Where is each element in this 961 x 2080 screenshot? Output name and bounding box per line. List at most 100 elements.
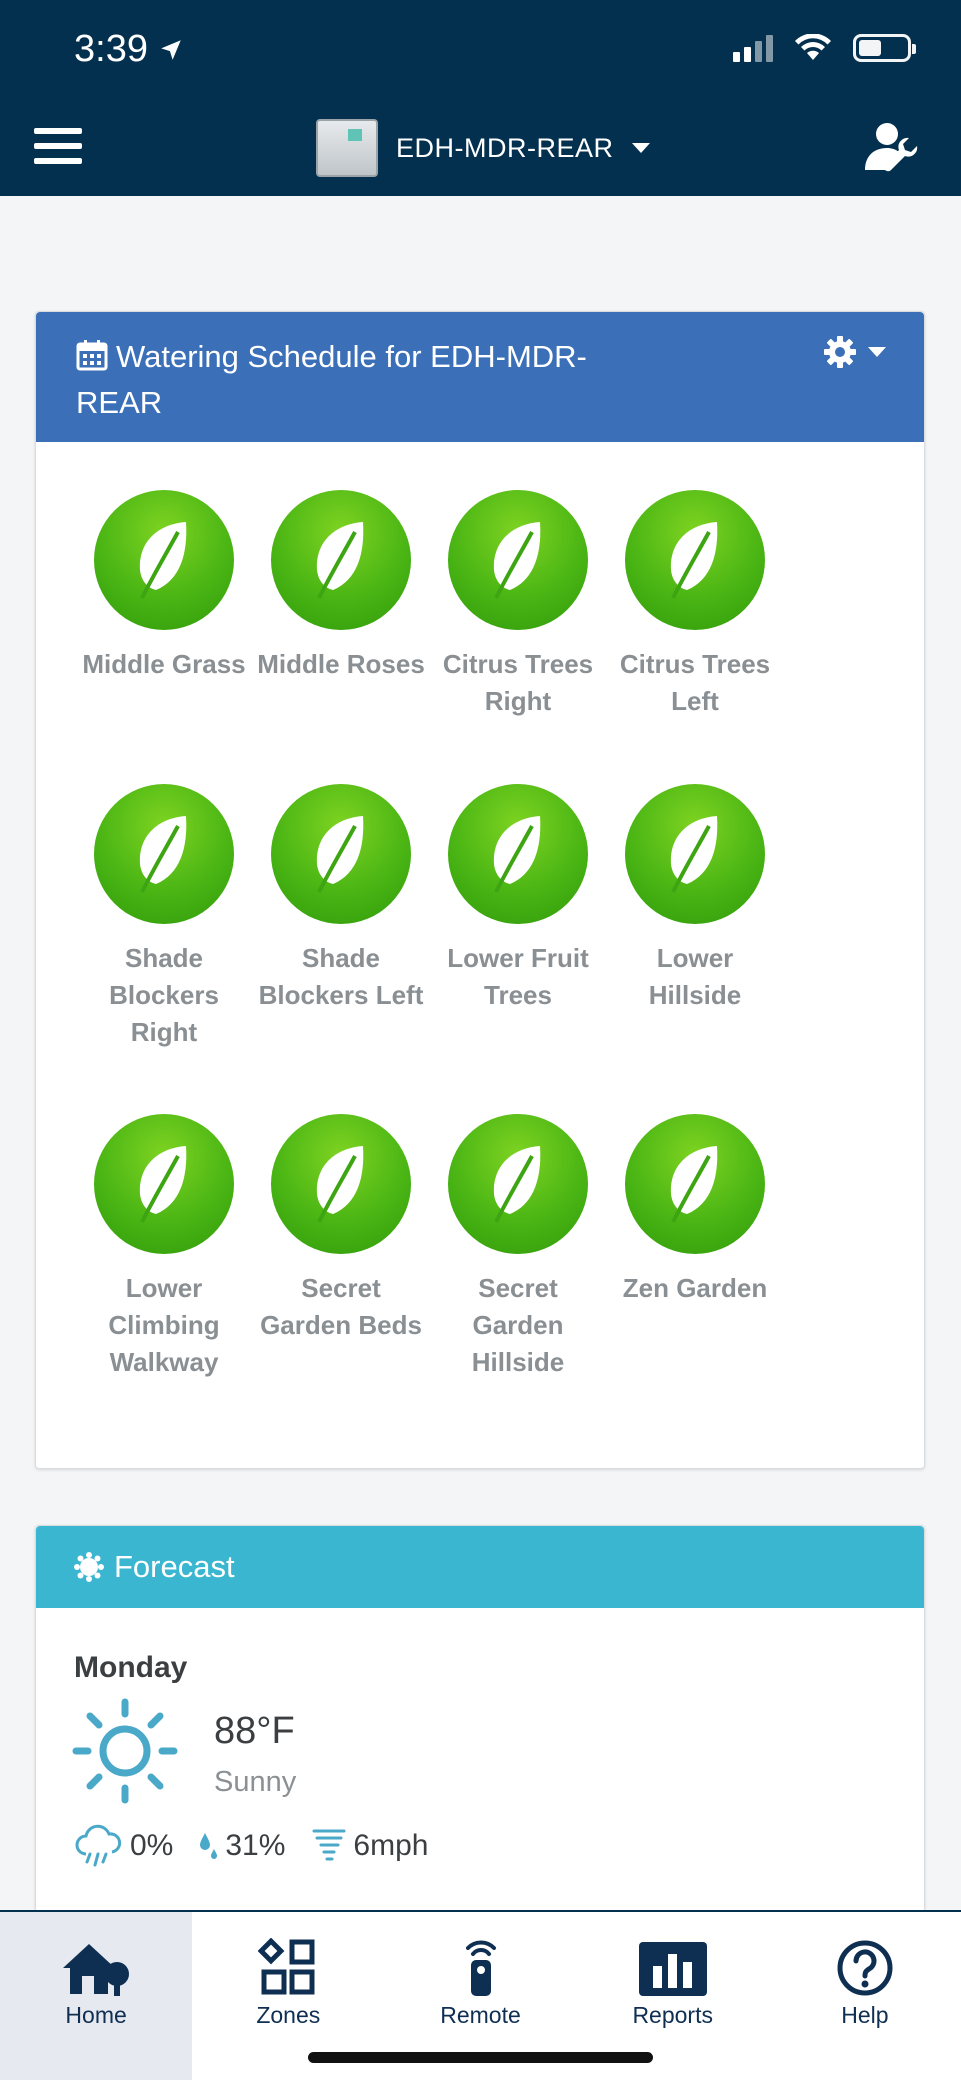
zone-item[interactable]: Shade Blockers Right <box>76 784 252 1051</box>
leaf-icon <box>670 522 718 599</box>
zone-button[interactable] <box>625 490 765 630</box>
status-time: 3:39 <box>74 28 184 71</box>
leaf-icon <box>670 1146 718 1223</box>
leaf-icon <box>316 816 364 893</box>
schedule-title: Watering Schedule for EDH-MDR-REAR <box>76 334 636 426</box>
zone-label: Secret Garden Beds <box>260 1273 422 1340</box>
leaf-icon <box>139 1146 187 1223</box>
schedule-header: Watering Schedule for EDH-MDR-REAR <box>36 312 924 442</box>
zone-item[interactable]: Middle Roses <box>253 490 429 683</box>
chevron-down-icon <box>868 347 886 357</box>
wifi-icon <box>795 34 831 60</box>
zone-label: Middle Grass <box>82 649 246 679</box>
zone-button[interactable] <box>94 1114 234 1254</box>
tab-label: Zones <box>256 2002 321 2028</box>
precipitation-stat: 0% <box>74 1824 173 1868</box>
zone-button[interactable] <box>448 490 588 630</box>
zone-item[interactable]: Citrus Trees Right <box>430 490 606 720</box>
zone-button[interactable] <box>625 1114 765 1254</box>
zone-item[interactable]: Lower Climbing Walkway <box>76 1114 252 1381</box>
help-icon <box>837 1940 893 1996</box>
wind-value: 6mph <box>353 1829 429 1862</box>
sun-badge-icon <box>74 1552 104 1582</box>
top-navigation-bar: 3:39 EDH-MDR-REAR <box>0 0 961 196</box>
remote-icon <box>465 1940 496 1996</box>
zone-button[interactable] <box>625 784 765 924</box>
controller-name: EDH-MDR-REAR <box>396 132 614 163</box>
zone-item[interactable]: Lower Fruit Trees <box>430 784 606 1014</box>
zone-item[interactable]: Lower Hillside <box>607 784 783 1014</box>
leaf-icon <box>493 816 541 893</box>
zone-button[interactable] <box>94 490 234 630</box>
zone-item[interactable]: Secret Garden Beds <box>253 1114 429 1344</box>
leaf-icon <box>139 522 187 599</box>
zone-item[interactable]: Citrus Trees Left <box>607 490 783 720</box>
battery-icon <box>853 34 916 62</box>
zone-item[interactable]: Shade Blockers Left <box>253 784 429 1014</box>
zone-label: Shade Blockers Right <box>109 943 219 1047</box>
zone-button[interactable] <box>271 1114 411 1254</box>
humidity-value: 31% <box>225 1829 286 1862</box>
tab-home[interactable]: Home <box>0 1912 193 2080</box>
tab-help[interactable]: Help <box>769 1912 961 2080</box>
zone-button[interactable] <box>94 784 234 924</box>
reports-icon <box>638 1942 707 1996</box>
forecast-temperature: 88°F <box>214 1710 295 1752</box>
gear-icon <box>824 336 856 368</box>
zone-label: Citrus Trees Right <box>442 649 594 716</box>
tab-label: Help <box>841 2002 889 2028</box>
leaf-icon <box>493 522 541 599</box>
controller-selector[interactable]: EDH-MDR-REAR <box>316 118 650 178</box>
zone-button[interactable] <box>448 1114 588 1254</box>
forecast-header: Forecast <box>36 1526 924 1608</box>
zone-button[interactable] <box>271 784 411 924</box>
zone-label: Lower Hillside <box>648 943 742 1010</box>
zone-item[interactable]: Middle Grass <box>76 490 252 683</box>
tab-label: Home <box>65 2002 127 2028</box>
controller-image <box>316 119 378 177</box>
zone-item[interactable]: Zen Garden <box>607 1114 783 1307</box>
user-settings-icon[interactable] <box>861 120 923 176</box>
tab-label: Reports <box>632 2002 713 2028</box>
hamburger-menu-button[interactable] <box>34 128 82 168</box>
humidity-stat: 31% <box>199 1829 285 1863</box>
zone-button[interactable] <box>271 490 411 630</box>
zone-label: Middle Roses <box>257 649 425 679</box>
forecast-stats: 0% 31% 6mph <box>74 1824 446 1868</box>
forecast-day: Monday <box>74 1651 188 1684</box>
forecast-title: Forecast <box>114 1549 235 1584</box>
status-time-text: 3:39 <box>74 28 148 70</box>
leaf-icon <box>139 816 187 893</box>
zone-label: Secret Garden Hillside <box>471 1273 565 1377</box>
schedule-title-text: Watering Schedule for EDH-MDR-REAR <box>76 339 587 420</box>
zone-label: Zen Garden <box>622 1273 768 1303</box>
rain-cloud-icon <box>75 1824 122 1867</box>
wind-stat: 6mph <box>311 1826 428 1866</box>
sunny-weather-icon <box>72 1698 178 1804</box>
zone-label: Lower Climbing Walkway <box>108 1273 220 1377</box>
zone-item[interactable]: Secret Garden Hillside <box>430 1114 606 1381</box>
status-icons <box>733 34 916 62</box>
leaf-icon <box>493 1146 541 1223</box>
droplet-icon <box>200 1833 218 1859</box>
forecast-card: Forecast Monday 88°F Sunny 0% 31% 6mph <box>35 1525 925 1925</box>
calendar-icon <box>76 340 108 371</box>
wind-tornado-icon <box>312 1829 346 1861</box>
leaf-icon <box>316 1146 364 1223</box>
leaf-icon <box>316 522 364 599</box>
zone-button[interactable] <box>448 784 588 924</box>
zone-label: Citrus Trees Left <box>619 649 771 716</box>
zones-icon <box>258 1938 315 1995</box>
watering-schedule-card: Watering Schedule for EDH-MDR-REAR Middl… <box>35 311 925 1469</box>
home-icon <box>63 1944 130 1996</box>
tab-label: Remote <box>440 2002 521 2028</box>
zone-label: Shade Blockers Left <box>258 943 424 1010</box>
zone-label: Lower Fruit Trees <box>447 943 589 1010</box>
precipitation-value: 0% <box>130 1829 174 1862</box>
home-indicator[interactable] <box>308 2052 653 2063</box>
forecast-condition: Sunny <box>214 1766 297 1798</box>
location-arrow-icon <box>161 39 181 60</box>
schedule-settings-button[interactable] <box>822 334 886 370</box>
cellular-signal-icon <box>733 34 773 62</box>
chevron-down-icon <box>631 143 650 153</box>
